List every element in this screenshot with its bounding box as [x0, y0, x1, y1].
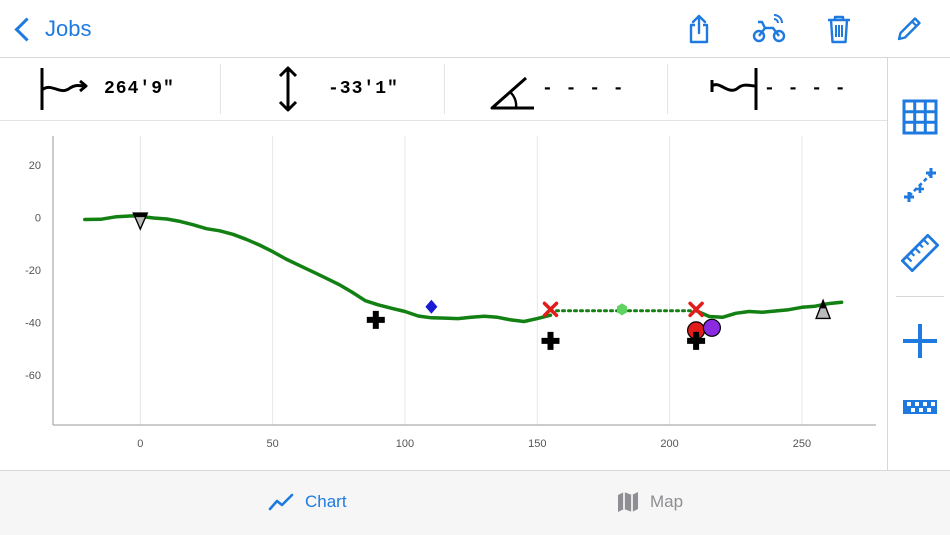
profile-line-segment-0: [83, 214, 553, 324]
x-tick-label: 0: [137, 438, 143, 450]
angle-value: - - - -: [542, 79, 625, 99]
back-button[interactable]: Jobs: [14, 12, 91, 46]
stats-divider: [444, 64, 445, 114]
share-icon: [689, 14, 709, 44]
ruler-icon: [901, 234, 939, 272]
y-tick-label: 0: [35, 212, 41, 224]
distance-markers-icon: [904, 168, 936, 202]
x-marker: [688, 301, 704, 318]
vertical-arrows-icon: [278, 66, 298, 112]
y-tick-label: -20: [25, 265, 41, 277]
elevation-stat: -33'1": [274, 58, 399, 120]
add-button[interactable]: [901, 322, 939, 360]
hexagon-marker: [617, 303, 627, 316]
x-tick-label: 200: [660, 438, 678, 450]
stats-divider: [667, 64, 668, 114]
edit-button[interactable]: [892, 12, 926, 46]
span-marker-icon: [710, 68, 758, 110]
tab-map-label: Map: [650, 492, 684, 511]
sidebar-divider: [896, 296, 944, 297]
x-tick-label: 150: [528, 438, 546, 450]
map-icon: [618, 492, 638, 512]
line-chart-icon: [268, 493, 294, 511]
add-icon: [903, 324, 937, 358]
delete-button[interactable]: [822, 12, 856, 46]
distance-stat: 264'9": [38, 58, 175, 120]
y-tick-label: -60: [25, 370, 41, 382]
elevation-chart-svg: 0 50 100 150 200 250200-20-40-60: [25, 136, 876, 450]
grid-button[interactable]: [901, 98, 939, 136]
finish-flag-button[interactable]: [901, 388, 939, 426]
chevron-left-icon: [14, 16, 39, 42]
tab-map[interactable]: Map: [616, 485, 683, 519]
back-label: Jobs: [45, 16, 92, 41]
share-button[interactable]: [682, 12, 716, 46]
y-tick-label: -40: [25, 318, 41, 330]
tab-bar: Chart Map: [0, 470, 950, 535]
stats-bar: 264'9" -33'1" - - - - - - - -: [0, 58, 888, 121]
ruler-button[interactable]: [901, 234, 939, 272]
hexagon-marker-shape: [617, 303, 627, 316]
checkered-flag-icon: [903, 400, 937, 414]
horizontal-distance-icon: [40, 68, 88, 110]
diamond-marker-shape: [425, 299, 438, 314]
grid-icon: [902, 99, 938, 135]
motorbike-signal-icon: [752, 14, 786, 43]
elevation-chart[interactable]: 0 50 100 150 200 250 20 0 -20 -40 -60: [0, 121, 886, 469]
tab-chart-label: Chart: [305, 492, 347, 511]
distance-markers-button[interactable]: [901, 166, 939, 204]
tool-sidebar: [887, 58, 950, 470]
circle-marker-shape: [702, 318, 722, 337]
elevation-value: -33'1": [328, 79, 399, 99]
x-tick-label: 50: [267, 438, 279, 450]
motorbike-signal-button[interactable]: [752, 12, 786, 46]
span-stat: - - - -: [710, 58, 847, 120]
cross-marker: [366, 310, 385, 329]
x-marker-shape: [688, 301, 704, 318]
angle-icon: [490, 76, 534, 110]
stats-divider: [220, 64, 221, 114]
pencil-icon: [897, 17, 921, 41]
diamond-marker: [425, 299, 438, 314]
navigation-bar: Jobs: [0, 0, 950, 58]
span-value: - - - -: [764, 79, 847, 99]
tab-chart[interactable]: Chart: [268, 485, 347, 519]
angle-stat: - - - -: [488, 58, 625, 120]
triangle-down-marker-cap: [133, 213, 148, 218]
x-tick-label: 100: [396, 438, 414, 450]
distance-value: 264'9": [104, 79, 175, 99]
cross-marker-shape: [366, 310, 385, 329]
triangle-down-marker: [132, 212, 149, 231]
y-tick-label: 20: [29, 160, 41, 172]
trash-icon: [828, 15, 850, 44]
x-tick-label: 250: [793, 438, 811, 450]
circle-marker: [702, 318, 722, 337]
cross-marker-shape: [541, 331, 560, 350]
cross-marker: [541, 331, 560, 350]
